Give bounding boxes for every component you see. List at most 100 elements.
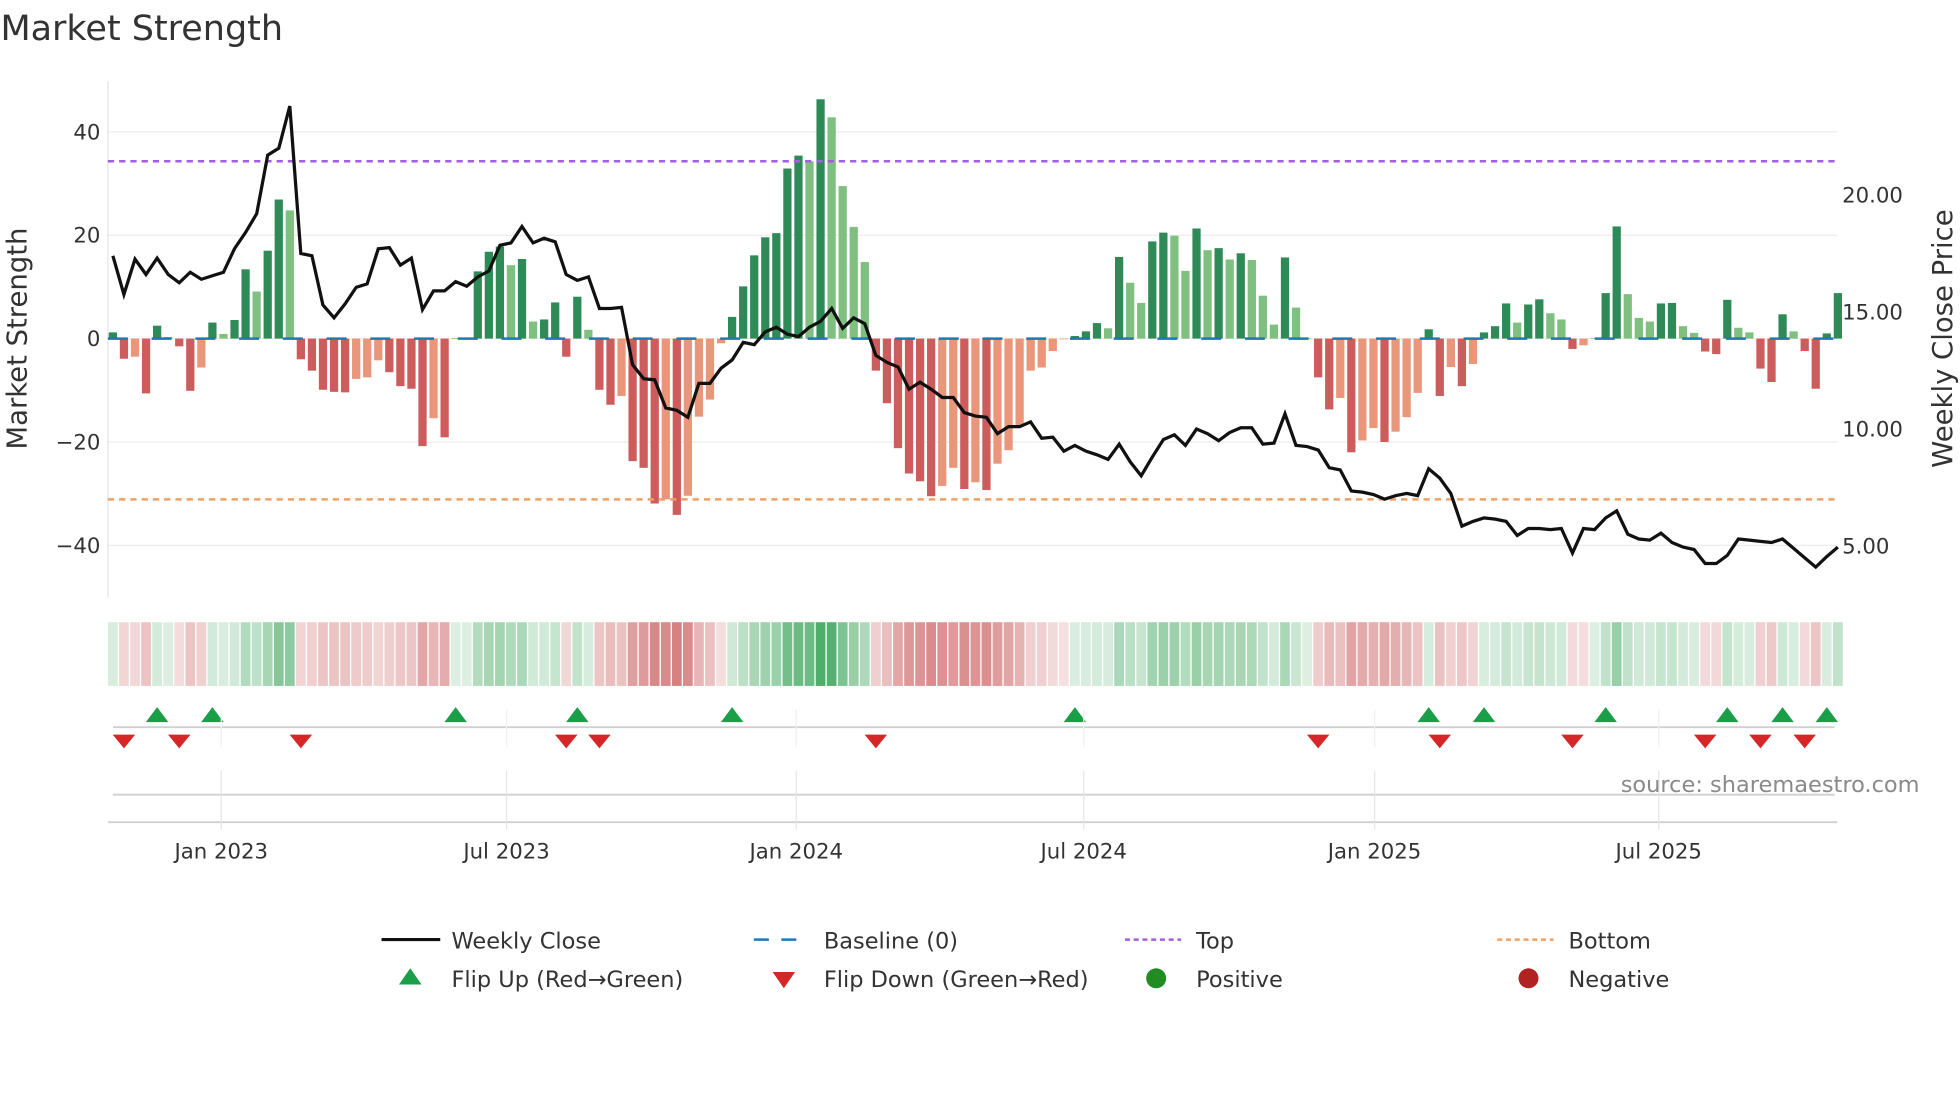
strength-bar xyxy=(650,338,659,504)
heat-cell xyxy=(318,622,328,686)
heat-cell xyxy=(1423,622,1434,686)
heat-cell xyxy=(1401,622,1412,686)
strength-bar xyxy=(606,338,615,405)
heat-cell xyxy=(273,622,284,686)
heat-cell xyxy=(174,622,185,686)
flip-up-icon xyxy=(201,707,224,723)
strength-bar xyxy=(827,117,836,339)
strength-bar xyxy=(1413,338,1422,393)
strength-bar xyxy=(1623,294,1632,339)
x-tick-label: Jul 2023 xyxy=(461,839,549,864)
heat-cell xyxy=(627,622,638,686)
heat-cell xyxy=(1036,622,1047,686)
strength-bar xyxy=(1280,257,1290,339)
legend-close-label: Weekly Close xyxy=(451,928,600,954)
strength-bar xyxy=(551,302,560,339)
strength-bar xyxy=(1092,323,1102,339)
strength-bar xyxy=(562,338,571,357)
heat-cell xyxy=(550,622,561,686)
strength-bar xyxy=(119,338,129,359)
heat-cell xyxy=(1412,622,1423,686)
heat-cell xyxy=(196,622,207,686)
heat-cell xyxy=(1379,622,1390,686)
heat-cell xyxy=(716,622,726,686)
heat-cell xyxy=(1335,622,1346,686)
strength-bar xyxy=(363,338,372,378)
heat-cell xyxy=(450,622,461,686)
strength-bar xyxy=(440,338,449,438)
strength-bar xyxy=(1546,313,1555,339)
heat-cell xyxy=(1368,622,1379,686)
heat-cell xyxy=(1235,622,1246,686)
strength-bar xyxy=(418,338,427,447)
heat-cell xyxy=(108,622,118,686)
heat-cell xyxy=(1324,622,1335,686)
heat-cell xyxy=(351,622,362,686)
flip-up-icon xyxy=(566,707,589,723)
strength-bar xyxy=(1424,329,1433,339)
heat-cell xyxy=(1545,622,1556,686)
heat-cell xyxy=(1633,622,1644,686)
heat-cell xyxy=(1434,622,1445,686)
strength-bar xyxy=(1181,270,1190,339)
strength-bar xyxy=(1203,250,1212,339)
strength-bar xyxy=(1656,303,1666,339)
strength-bar xyxy=(639,338,648,468)
strength-bar xyxy=(1037,338,1046,368)
strength-bar xyxy=(1269,324,1279,339)
flip-down-icon xyxy=(1793,734,1816,749)
heat-cell xyxy=(1766,622,1777,686)
strength-bar xyxy=(705,338,715,400)
heat-cell xyxy=(1611,622,1622,686)
heat-cell xyxy=(1656,622,1666,686)
heat-cell xyxy=(1821,622,1832,686)
heat-cell xyxy=(782,622,793,686)
strength-bar xyxy=(285,210,294,339)
strength-bar xyxy=(263,250,272,339)
flip-down-icon xyxy=(1561,734,1584,749)
heat-cell xyxy=(1589,622,1600,686)
strength-bar xyxy=(1170,235,1179,339)
flip-down-icon xyxy=(112,734,136,749)
heat-cell xyxy=(1158,622,1169,686)
strength-bar xyxy=(617,338,626,396)
strength-bar xyxy=(1258,295,1267,339)
legend-top-label: Top xyxy=(1195,928,1234,954)
legend-positive-label: Positive xyxy=(1196,967,1283,993)
strength-bar xyxy=(517,258,527,339)
heat-cell xyxy=(495,622,505,686)
chart-title: Market Strength xyxy=(0,9,283,49)
strength-bar xyxy=(1634,317,1643,339)
flip-up-icon xyxy=(444,707,467,723)
heat-cell xyxy=(1777,622,1788,686)
strength-bar xyxy=(794,155,803,339)
heat-cell xyxy=(1047,622,1058,686)
heat-cell xyxy=(1523,622,1534,686)
y2-tick-label: 20.00 xyxy=(1842,183,1903,208)
legend-positive-icon xyxy=(1146,968,1167,989)
heat-cell xyxy=(1567,622,1578,686)
strength-bar xyxy=(429,338,438,419)
strength-bar xyxy=(1148,241,1157,339)
y-axis-label: Market Strength xyxy=(2,228,34,450)
heat-cell xyxy=(483,622,494,686)
heat-cell xyxy=(1667,622,1677,686)
heat-cell xyxy=(660,622,671,686)
heat-cell xyxy=(1390,622,1401,686)
heat-cell xyxy=(1125,622,1136,686)
heat-cell xyxy=(793,622,804,686)
heat-cell xyxy=(837,622,848,686)
strength-bar xyxy=(672,338,681,515)
strength-bar xyxy=(1336,338,1345,399)
legend-baseline-label: Baseline (0) xyxy=(824,928,958,954)
heat-cell xyxy=(1169,622,1180,686)
heat-cell xyxy=(307,622,317,686)
strength-bar xyxy=(927,338,936,497)
flip-up-icon xyxy=(1771,707,1794,723)
strength-bar xyxy=(1391,338,1400,432)
strength-bar xyxy=(1457,338,1467,387)
heat-cell xyxy=(130,622,140,686)
heat-cell xyxy=(506,622,516,686)
flip-up-icon xyxy=(145,707,169,723)
weekly-close-polyline xyxy=(111,105,1839,570)
